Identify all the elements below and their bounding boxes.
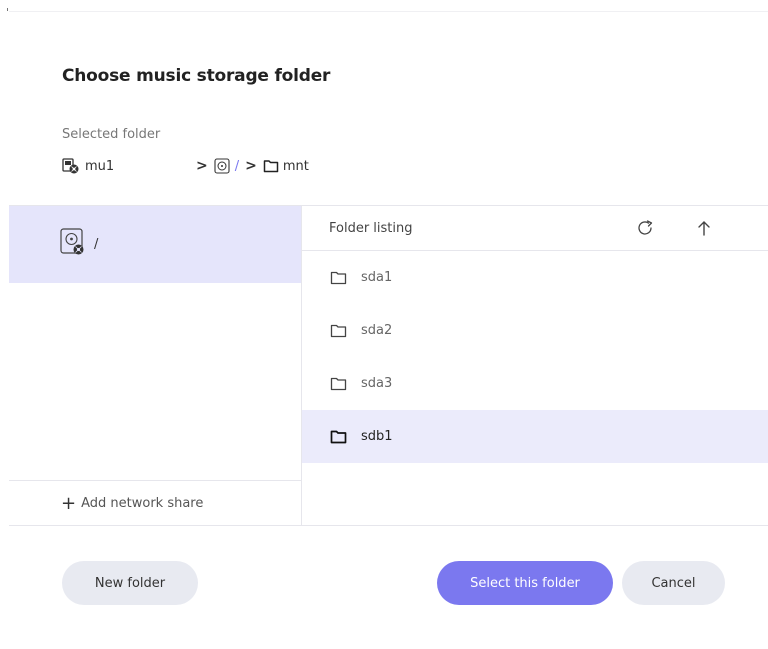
select-folder-button[interactable]: Select this folder [437,561,613,605]
breadcrumb-root[interactable]: / [214,158,239,174]
folder-name: sda3 [361,376,393,391]
folder-listing-header: Folder listing [302,206,768,251]
parent-folder-icon[interactable] [695,219,713,237]
source-item-root[interactable]: / [9,206,301,283]
folder-name: sda2 [361,323,393,338]
folder-listing-title: Folder listing [329,220,413,236]
folder-listing-pane: Folder listing sda1 sda2 sda3 sdb1 [302,206,768,525]
folder-row[interactable]: sdb1 [302,410,768,463]
source-item-label: / [94,237,99,252]
folder-icon [330,271,347,285]
breadcrumb-separator: > [245,158,257,174]
folder-row[interactable]: sda2 [302,304,768,357]
cancel-button[interactable]: Cancel [622,561,725,605]
folder-icon [330,430,347,444]
plus-icon: + [61,492,77,514]
top-divider [9,11,768,12]
breadcrumb-host[interactable]: mu1 [62,158,190,174]
folder-row[interactable]: sda3 [302,357,768,410]
selected-folder-label: Selected folder [62,127,161,142]
refresh-icon[interactable] [637,219,655,237]
drive-icon [60,227,86,260]
corner-mark [7,8,8,11]
breadcrumb-current: mnt [263,159,309,174]
folder-icon [330,377,347,391]
breadcrumb-current-label: mnt [282,158,309,174]
folder-row[interactable]: sda1 [302,251,768,304]
dialog-title: Choose music storage folder [62,66,331,86]
folder-icon [330,324,347,338]
folder-name: sdb1 [361,429,393,444]
folder-icon [263,159,279,173]
breadcrumb-host-label: mu1 [85,158,115,174]
add-network-share-label: Add network share [81,496,204,511]
folder-browser: / + Add network share Folder listing sda… [9,205,768,526]
drive-icon [214,158,230,174]
breadcrumb: mu1 > / > mnt [62,156,309,176]
breadcrumb-separator: > [196,158,208,174]
folder-name: sda1 [361,270,393,285]
sources-pane: / + Add network share [9,206,302,525]
player-device-icon [62,158,80,174]
breadcrumb-root-label: / [234,158,240,174]
add-network-share-button[interactable]: + Add network share [9,480,301,526]
new-folder-button[interactable]: New folder [62,561,198,605]
